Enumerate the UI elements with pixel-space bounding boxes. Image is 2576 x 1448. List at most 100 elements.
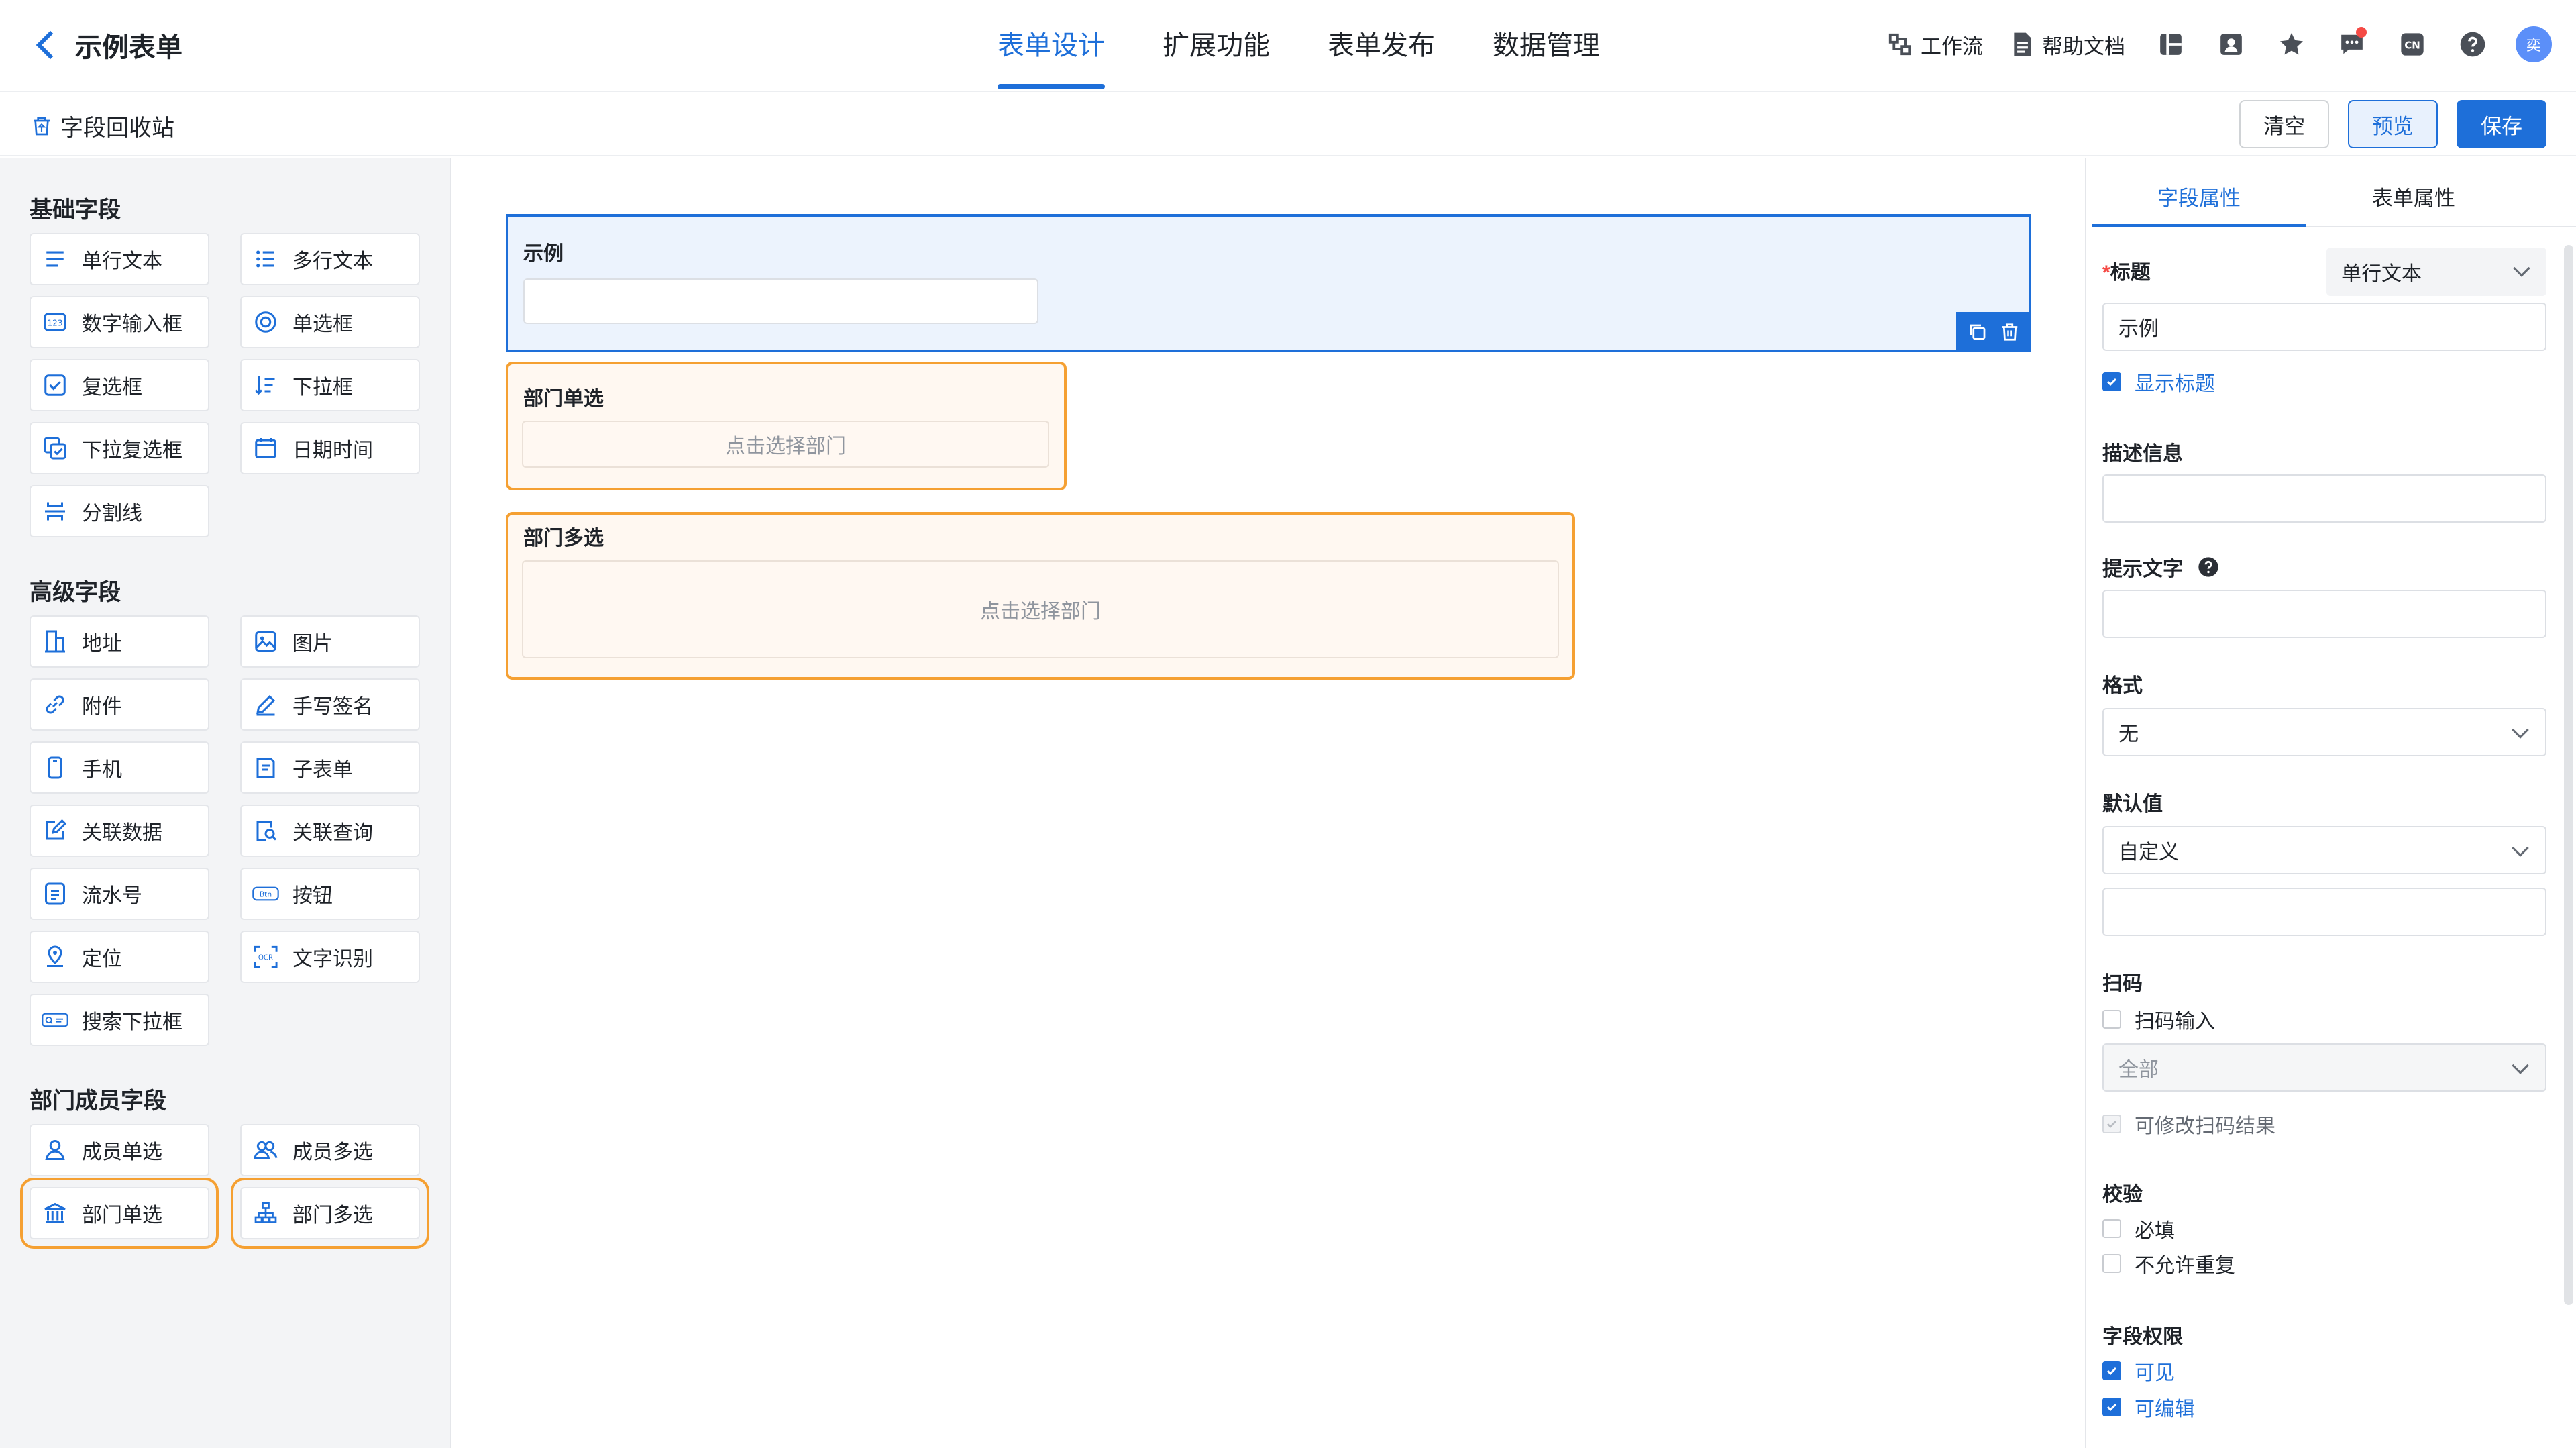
field-department-multi[interactable]: 部门多选	[231, 1178, 429, 1249]
field-member-single[interactable]: 成员单选	[30, 1124, 209, 1176]
multi-select-icon	[42, 435, 68, 462]
avatar[interactable]: 奕	[2516, 26, 2552, 62]
checkbox-label: 可编辑	[2135, 1398, 2195, 1420]
favorites-button[interactable]	[2274, 27, 2309, 62]
field-phone[interactable]: 手机	[30, 741, 209, 794]
format-select[interactable]: 无	[2102, 708, 2546, 756]
copy-icon[interactable]	[1968, 322, 1988, 342]
divider-icon	[42, 498, 68, 525]
field-search-dropdown[interactable]: 搜索下拉框	[30, 994, 209, 1046]
language-icon: CN	[2401, 33, 2424, 56]
field-label: 搜索下拉框	[82, 1011, 182, 1033]
default-value-select[interactable]: 自定义	[2102, 826, 2546, 874]
properties-tabs: 字段属性 表单属性	[2092, 171, 2576, 227]
select-departments-button[interactable]: 点击选择部门	[522, 560, 1559, 658]
canvas-field-example[interactable]: 示例	[506, 214, 2031, 352]
chevron-down-icon	[2512, 839, 2529, 857]
scan-type-select[interactable]: 全部	[2102, 1043, 2546, 1092]
back-button[interactable]: 示例表单	[34, 25, 182, 64]
contact-card-icon	[2220, 34, 2242, 55]
field-dropdown[interactable]: 下拉框	[240, 359, 420, 411]
scan-editable-checkbox[interactable]: 可修改扫码结果	[2102, 1109, 2275, 1139]
field-image[interactable]: 图片	[240, 615, 420, 668]
description-input[interactable]	[2102, 474, 2546, 523]
workflow-button[interactable]: 工作流	[1887, 30, 1983, 60]
field-label: 子表单	[292, 759, 353, 781]
field-dropdown-multi[interactable]: 下拉复选框	[30, 422, 209, 474]
editable-checkbox[interactable]: 可编辑	[2102, 1392, 2195, 1422]
field-location[interactable]: 定位	[30, 931, 209, 983]
language-button[interactable]: CN	[2395, 27, 2430, 62]
field-linked-data[interactable]: 关联数据	[30, 805, 209, 857]
default-value-input[interactable]	[2102, 888, 2546, 936]
field-palette: 基础字段 单行文本 多行文本 123 数字输入框 单选框 复选框 下拉框 下拉复…	[0, 158, 451, 1448]
field-subform[interactable]: 子表单	[240, 741, 420, 794]
delete-icon[interactable]	[2000, 322, 2020, 342]
chevron-down-icon	[2513, 260, 2530, 277]
scan-input-checkbox[interactable]: 扫码输入	[2102, 1004, 2215, 1034]
field-label: 日期时间	[292, 439, 373, 462]
required-checkbox[interactable]: 必填	[2102, 1214, 2175, 1243]
field-single-line-text[interactable]: 单行文本	[30, 233, 209, 285]
field-divider[interactable]: 分割线	[30, 485, 209, 537]
show-title-checkbox[interactable]: 显示标题	[2102, 367, 2215, 397]
field-date-time[interactable]: 日期时间	[240, 422, 420, 474]
tab-data-management[interactable]: 数据管理	[1493, 0, 1600, 92]
tab-field-properties[interactable]: 字段属性	[2092, 171, 2306, 227]
field-label: 数字输入框	[82, 313, 182, 335]
tab-extensions[interactable]: 扩展功能	[1163, 0, 1270, 92]
location-icon	[42, 943, 68, 970]
messages-button[interactable]	[2334, 27, 2369, 62]
svg-text:123: 123	[48, 318, 63, 327]
field-multi-line-text[interactable]: 多行文本	[240, 233, 420, 285]
checkbox-checked	[2102, 1398, 2121, 1416]
canvas-field-department-multi[interactable]: 部门多选 点击选择部门	[506, 512, 1575, 680]
clear-button[interactable]: 清空	[2239, 100, 2329, 148]
contacts-button[interactable]	[2214, 27, 2249, 62]
tab-form-design[interactable]: 表单设计	[998, 0, 1105, 92]
hint-text-input[interactable]	[2102, 590, 2546, 638]
dept-member-fields-title: 部门成员字段	[30, 1088, 166, 1114]
workflow-icon	[1888, 33, 1911, 56]
title-input[interactable]: 示例	[2102, 303, 2546, 351]
checkbox-icon	[42, 372, 68, 399]
default-value: 自定义	[2118, 841, 2179, 864]
help-button[interactable]	[2455, 27, 2490, 62]
question-icon[interactable]	[2198, 556, 2219, 578]
field-label: 单行文本	[82, 250, 162, 272]
layout-button[interactable]	[2153, 27, 2188, 62]
tab-form-properties[interactable]: 表单属性	[2306, 171, 2521, 226]
field-recycle-bin[interactable]: 字段回收站	[31, 109, 174, 142]
save-button[interactable]: 保存	[2457, 100, 2546, 148]
checkbox-disabled	[2102, 1115, 2121, 1133]
field-signature[interactable]: 手写签名	[240, 678, 420, 731]
validation-label: 校验	[2102, 1184, 2143, 1206]
field-type-select[interactable]: 单行文本	[2326, 248, 2546, 296]
field-address[interactable]: 地址	[30, 615, 209, 668]
help-docs-button[interactable]: 帮助文档	[2011, 30, 2125, 60]
properties-scrollbar[interactable]	[2564, 245, 2573, 1305]
field-button[interactable]: Btn 按钮	[240, 868, 420, 920]
checkbox-label: 扫码输入	[2135, 1011, 2215, 1033]
field-member-multi[interactable]: 成员多选	[240, 1124, 420, 1176]
tab-publish[interactable]: 表单发布	[1328, 0, 1435, 92]
select-department-button[interactable]: 点击选择部门	[522, 421, 1049, 468]
field-attachment[interactable]: 附件	[30, 678, 209, 731]
field-ocr[interactable]: OCR 文字识别	[240, 931, 420, 983]
field-department-single[interactable]: 部门单选	[20, 1178, 219, 1249]
canvas-field-department-single[interactable]: 部门单选 点击选择部门	[506, 362, 1067, 490]
field-serial-number[interactable]: 流水号	[30, 868, 209, 920]
description-label: 描述信息	[2102, 443, 2183, 465]
field-label: 复选框	[82, 376, 142, 399]
checkbox-checked	[2102, 372, 2121, 391]
example-text-input[interactable]	[523, 278, 1038, 324]
field-radio[interactable]: 单选框	[240, 296, 420, 348]
field-number-input[interactable]: 123 数字输入框	[30, 296, 209, 348]
field-checkbox[interactable]: 复选框	[30, 359, 209, 411]
no-duplicate-checkbox[interactable]: 不允许重复	[2102, 1249, 2235, 1278]
field-linked-query[interactable]: 关联查询	[240, 805, 420, 857]
help-docs-label: 帮助文档	[2042, 34, 2125, 58]
default-value-label: 默认值	[2102, 793, 2163, 815]
preview-button[interactable]: 预览	[2348, 100, 2438, 148]
visible-checkbox[interactable]: 可见	[2102, 1356, 2175, 1386]
